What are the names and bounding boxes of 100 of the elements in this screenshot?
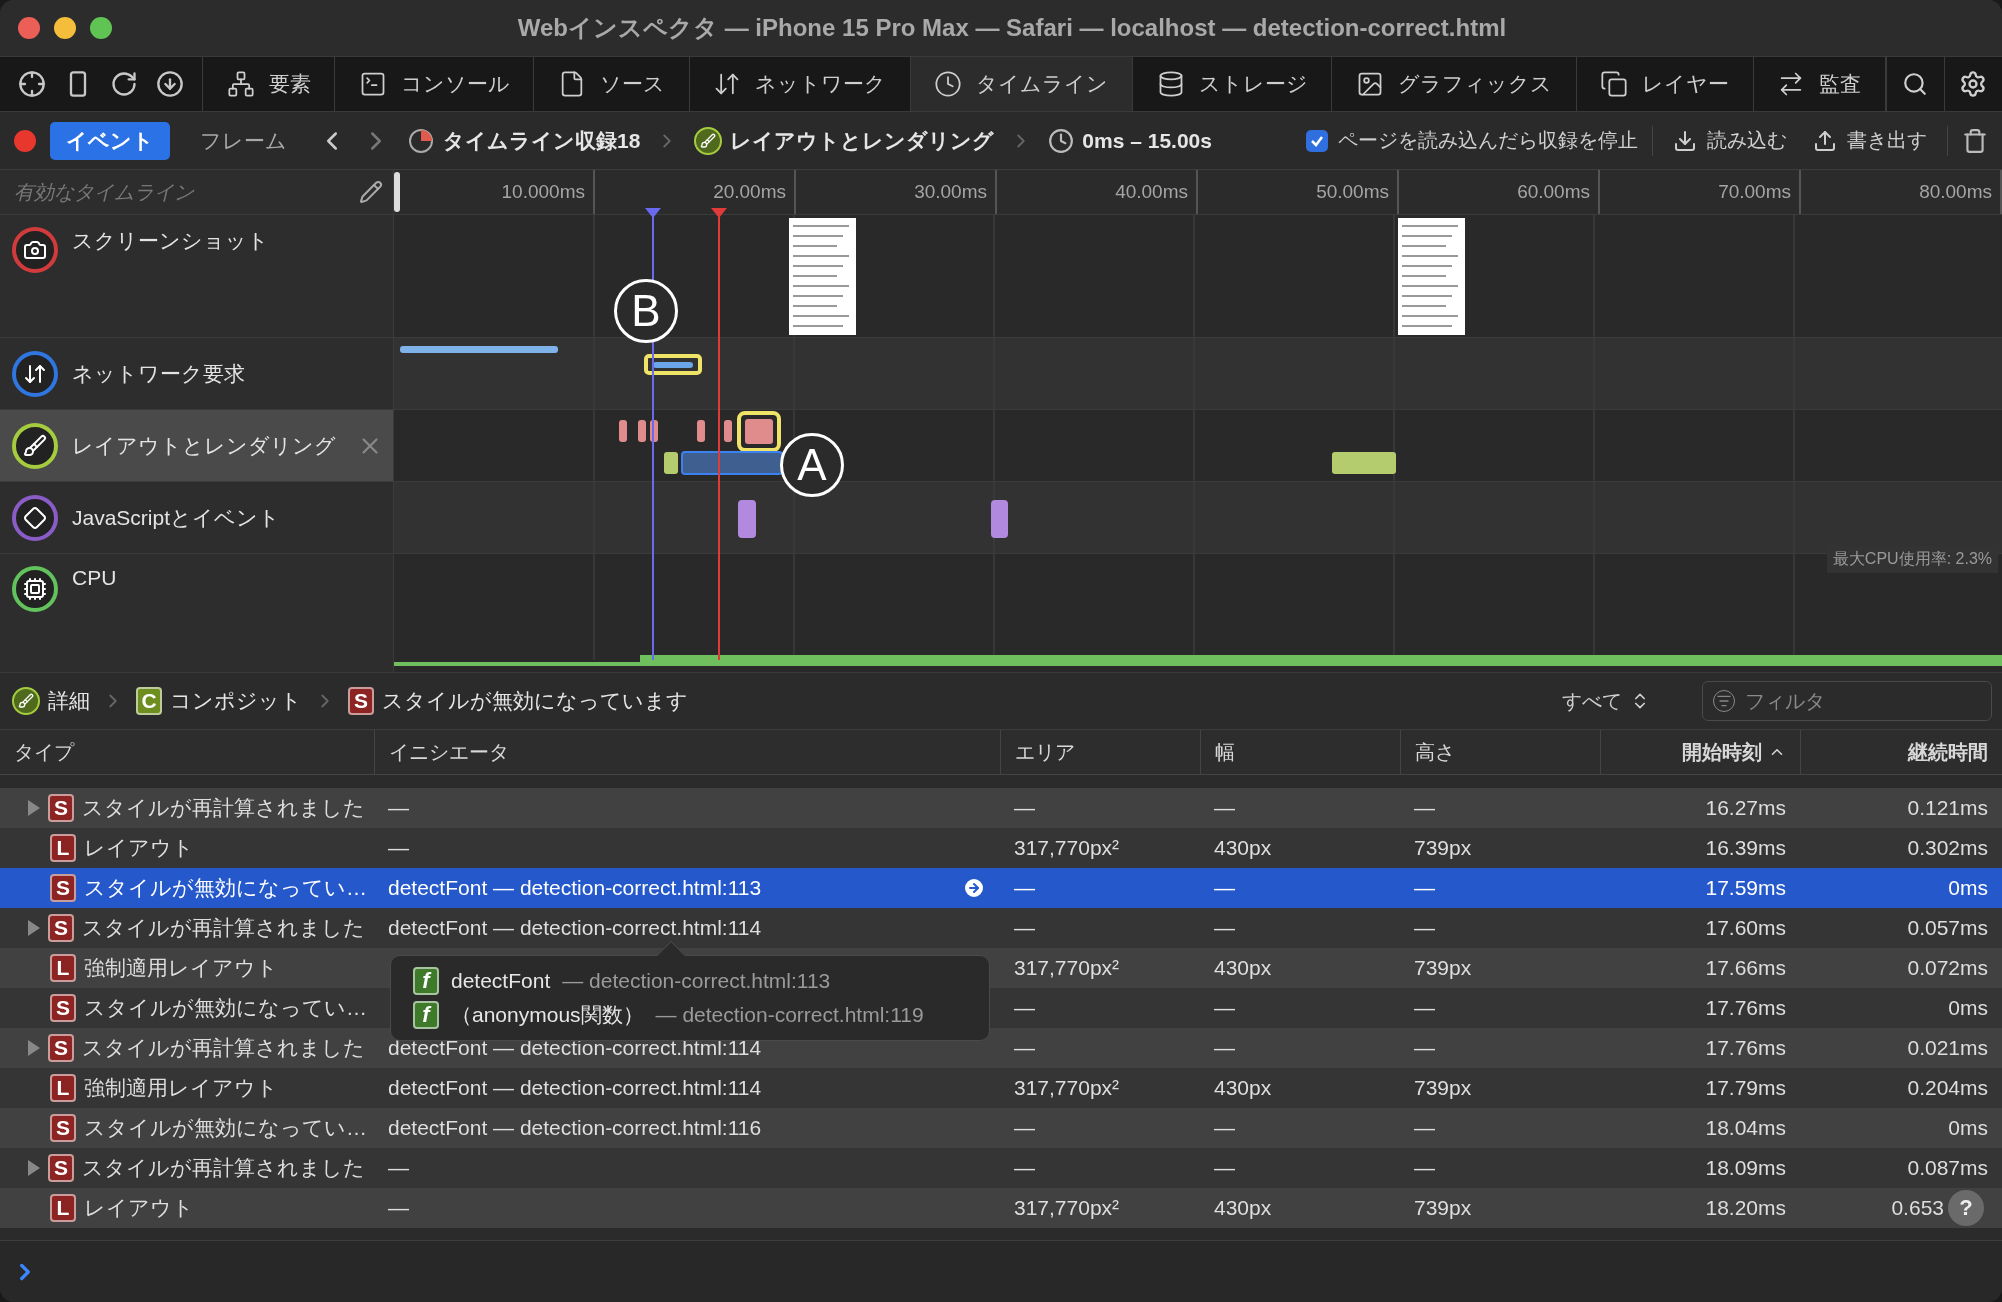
tab[interactable]: ソース xyxy=(534,57,690,111)
range-handle[interactable] xyxy=(394,172,400,212)
column-header[interactable]: 幅 xyxy=(1200,730,1400,774)
column-header[interactable]: 継続時間 xyxy=(1800,730,2002,774)
table-row[interactable]: L 強制適用レイアウト detectFont — detection-correct.html:114 317,770px² 430px 739px 17.79ms 0.204ms xyxy=(0,1068,2002,1108)
breadcrumb[interactable]: 0ms – 15.00s xyxy=(1046,127,1214,154)
table-row[interactable]: S スタイルが再計算されました detectFont — detection-correct.html:114 — — — 17.60ms 0.057ms xyxy=(0,908,2002,948)
breadcrumb[interactable]: S スタイルが無効になっています xyxy=(346,687,690,715)
table-cell: 0.087ms xyxy=(1907,1156,1988,1180)
tab[interactable]: 監査 xyxy=(1753,57,1886,111)
table-cell: 0.057ms xyxy=(1907,916,1988,940)
column-header[interactable]: エリア xyxy=(1000,730,1200,774)
scope-selector[interactable]: すべて xyxy=(1556,686,1656,716)
track-header[interactable]: CPU xyxy=(0,554,394,672)
mode-toggle[interactable]: イベント xyxy=(50,121,170,160)
table-row[interactable]: L レイアウト — 317,770px² 430px 739px 16.39ms 0.302ms xyxy=(0,828,2002,868)
table-cell: — xyxy=(1214,876,1235,900)
column-header[interactable]: イニシエータ xyxy=(374,730,1000,774)
table-cell: 430px xyxy=(1214,1196,1272,1220)
tab[interactable]: レイヤー xyxy=(1576,57,1754,111)
table-row[interactable]: S スタイルが無効になってい… detectFont — detection-correct.html:116 — — — 18.04ms 0ms xyxy=(0,1108,2002,1148)
filter-field[interactable]: フィルタ xyxy=(1702,681,1992,721)
table-cell: — xyxy=(1414,916,1435,940)
brush-icon xyxy=(12,687,40,715)
event-bar xyxy=(650,420,658,442)
type-badge: S xyxy=(50,994,76,1022)
table-cell: 0.121ms xyxy=(1907,796,1988,820)
checkbox-box[interactable] xyxy=(1306,129,1328,152)
trash-icon[interactable] xyxy=(1962,127,1988,154)
download-icon[interactable] xyxy=(156,70,184,98)
table-cell: — xyxy=(388,796,409,820)
table-cell: — xyxy=(1414,1156,1435,1180)
table-cell: detectFont — detection-correct.html:116 xyxy=(388,1116,762,1140)
timeline-filter-field[interactable]: 有効なタイムライン xyxy=(0,170,394,214)
track-header[interactable]: JavaScriptとイベント xyxy=(0,482,394,553)
reload-icon[interactable] xyxy=(110,70,138,98)
minimize-button[interactable] xyxy=(54,17,76,39)
pencil-icon[interactable] xyxy=(359,180,383,204)
table-cell: 430px xyxy=(1214,836,1272,860)
type-badge: S xyxy=(48,1154,74,1182)
track-name: スクリーンショット xyxy=(72,228,270,254)
window-title: Webインスペクタ — iPhone 15 Pro Max — Safari — localhost — detection-correct.html xyxy=(516,13,1508,43)
table-cell: — xyxy=(1414,1116,1435,1140)
table-cell: 17.60ms xyxy=(1705,916,1786,940)
zoom-button[interactable] xyxy=(90,17,112,39)
checkbox[interactable]: ページを読み込んだら収録を停止 xyxy=(1306,127,1638,154)
table-row[interactable]: S スタイルが再計算されました detectFont — detection-correct.html:114 — — — 17.76ms 0.021ms xyxy=(0,1028,2002,1068)
crosshair-icon[interactable] xyxy=(18,70,46,98)
clock-icon xyxy=(934,70,963,98)
upload-icon xyxy=(1813,128,1837,153)
tab[interactable]: コンソール xyxy=(335,57,535,111)
tab[interactable]: ストレージ xyxy=(1133,57,1333,111)
tab[interactable]: 要素 xyxy=(203,57,336,111)
type-badge: L xyxy=(50,1074,76,1102)
table-row[interactable]: S スタイルが無効になってい… detectFont — detection-correct.html:113 — — — 17.59ms 0ms xyxy=(0,868,2002,908)
track-header[interactable]: レイアウトとレンダリング xyxy=(0,410,394,481)
breadcrumb[interactable]: C コンポジット xyxy=(134,687,304,715)
source-location[interactable]: — detection-correct.html:119 xyxy=(655,1003,924,1027)
action-button[interactable]: 読み込む xyxy=(1667,126,1793,155)
table-cell: — xyxy=(1014,1036,1035,1060)
breadcrumb[interactable]: タイムライン収録18 xyxy=(405,126,643,155)
table-cell: — xyxy=(1214,916,1235,940)
table-cell-text: レイアウト xyxy=(84,1195,194,1221)
filter-input[interactable]: フィルタ xyxy=(1743,688,1981,714)
table-cell: 430px xyxy=(1214,956,1272,980)
action-button[interactable]: 書き出す xyxy=(1807,126,1933,155)
close-button[interactable] xyxy=(18,17,40,39)
table-row[interactable]: S スタイルが再計算されました — — — — 18.09ms 0.087ms xyxy=(0,1148,2002,1188)
mode-toggle[interactable]: フレーム xyxy=(184,121,303,160)
table-cell: 0.204ms xyxy=(1907,1076,1988,1100)
record-button[interactable] xyxy=(14,129,36,152)
table-cell: — xyxy=(1414,1036,1435,1060)
table-cell: 0.021ms xyxy=(1907,1036,1988,1060)
table-cell: detectFont — detection-correct.html:114 xyxy=(388,916,762,940)
breadcrumb[interactable]: 詳細 xyxy=(10,687,92,715)
event-bar xyxy=(638,420,646,442)
table-cell: 430px xyxy=(1214,1076,1272,1100)
gear-icon xyxy=(1959,70,1988,98)
filter-input[interactable]: 有効なタイムライン xyxy=(12,179,345,205)
track-header[interactable]: ネットワーク要求 xyxy=(0,338,394,409)
table-cell: — xyxy=(1414,876,1435,900)
table-cell-text: 強制適用レイアウト xyxy=(84,955,278,981)
table-cell: 0ms xyxy=(1948,996,1988,1020)
track-name: JavaScriptとイベント xyxy=(72,504,282,531)
tab[interactable]: グラフィックス xyxy=(1332,57,1577,111)
column-header[interactable]: 開始時刻 xyxy=(1600,730,1800,774)
column-header[interactable]: 高さ xyxy=(1400,730,1600,774)
table-cell: — xyxy=(1014,1116,1035,1140)
brush-icon xyxy=(694,126,723,155)
event-bar xyxy=(738,500,756,538)
track-header[interactable]: スクリーンショット xyxy=(0,215,394,337)
table-cell-text: スタイルが無効になってい… xyxy=(84,875,367,901)
go-to-icon[interactable] xyxy=(962,876,986,900)
table-row[interactable]: S スタイルが再計算されました — — — — 16.27ms 0.121ms xyxy=(0,788,2002,828)
breadcrumb[interactable]: レイアウトとレンダリング xyxy=(692,126,997,155)
table-cell: — xyxy=(1014,876,1035,900)
tab[interactable]: タイムライン xyxy=(910,57,1134,111)
column-header[interactable]: タイプ xyxy=(0,730,374,774)
table-cell: detectFont — detection-correct.html:114 xyxy=(388,1036,762,1060)
tab[interactable]: ネットワーク xyxy=(689,57,911,111)
